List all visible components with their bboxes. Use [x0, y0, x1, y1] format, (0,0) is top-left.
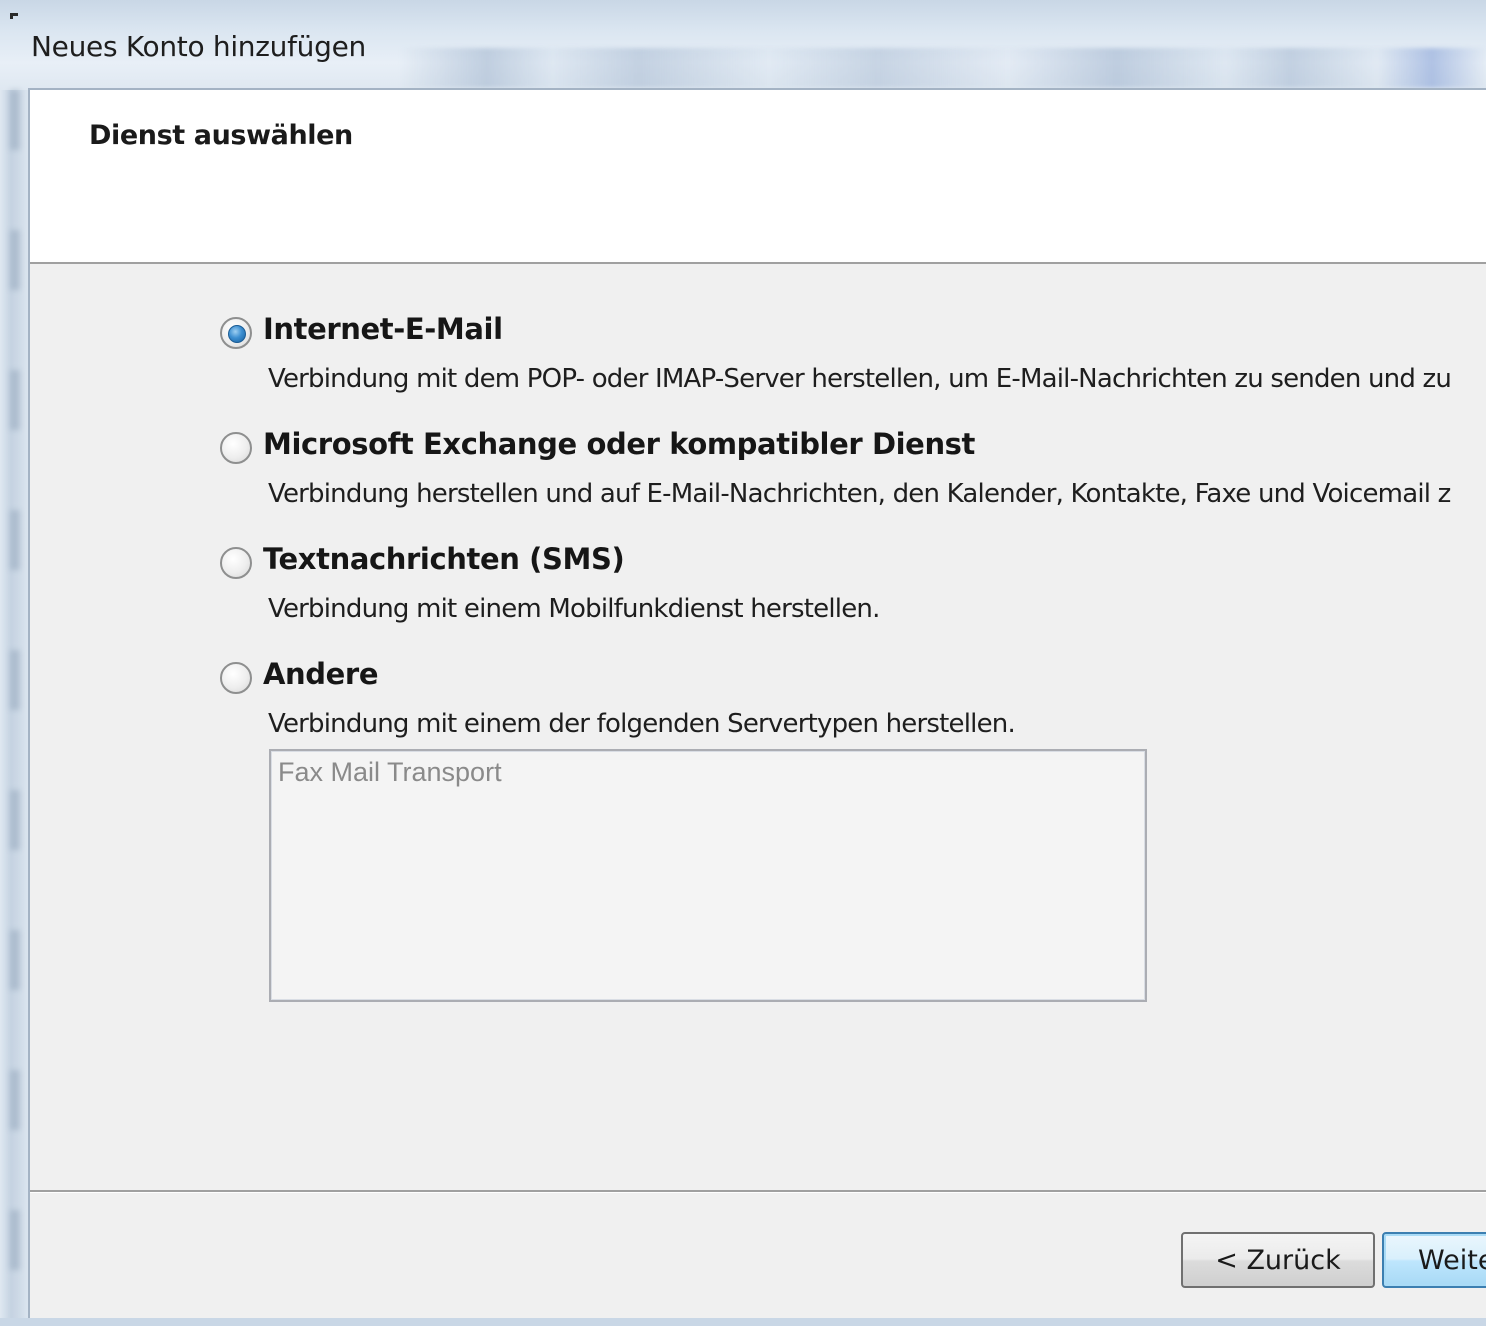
option-label-exchange[interactable]: Microsoft Exchange oder kompatibler Dien…: [263, 427, 975, 461]
list-item[interactable]: Fax Mail Transport: [278, 757, 502, 788]
window-frame-bottom: [0, 1318, 1486, 1326]
window-title: Neues Konto hinzufügen: [31, 30, 366, 63]
footer-divider: [30, 1190, 1486, 1193]
back-button[interactable]: < Zurück: [1181, 1232, 1375, 1288]
header-panel: Dienst auswählen: [30, 90, 1486, 264]
option-desc-sms: Verbindung mit einem Mobilfunkdienst her…: [268, 594, 880, 624]
option-desc-internet-email: Verbindung mit dem POP- oder IMAP-Server…: [268, 364, 1452, 394]
dialog-client-area: Dienst auswählen Internet-E-Mail Verbind…: [28, 88, 1486, 1318]
add-account-dialog: Neues Konto hinzufügen Dienst auswählen …: [0, 0, 1486, 1326]
server-types-listbox[interactable]: Fax Mail Transport: [269, 749, 1147, 1002]
radio-internet-email[interactable]: [220, 317, 252, 349]
option-label-sms[interactable]: Textnachrichten (SMS): [263, 542, 625, 576]
window-corner: [10, 13, 18, 19]
option-desc-exchange: Verbindung herstellen und auf E-Mail-Nac…: [268, 479, 1451, 509]
radio-other[interactable]: [220, 662, 252, 694]
option-desc-other: Verbindung mit einem der folgenden Serve…: [268, 709, 1016, 739]
radio-sms[interactable]: [220, 547, 252, 579]
radio-exchange[interactable]: [220, 432, 252, 464]
page-title: Dienst auswählen: [89, 120, 353, 151]
option-label-other[interactable]: Andere: [263, 657, 378, 691]
window-frame-left: [0, 90, 28, 1326]
option-label-internet-email[interactable]: Internet-E-Mail: [263, 312, 503, 346]
next-button[interactable]: Weiter >: [1382, 1232, 1486, 1288]
